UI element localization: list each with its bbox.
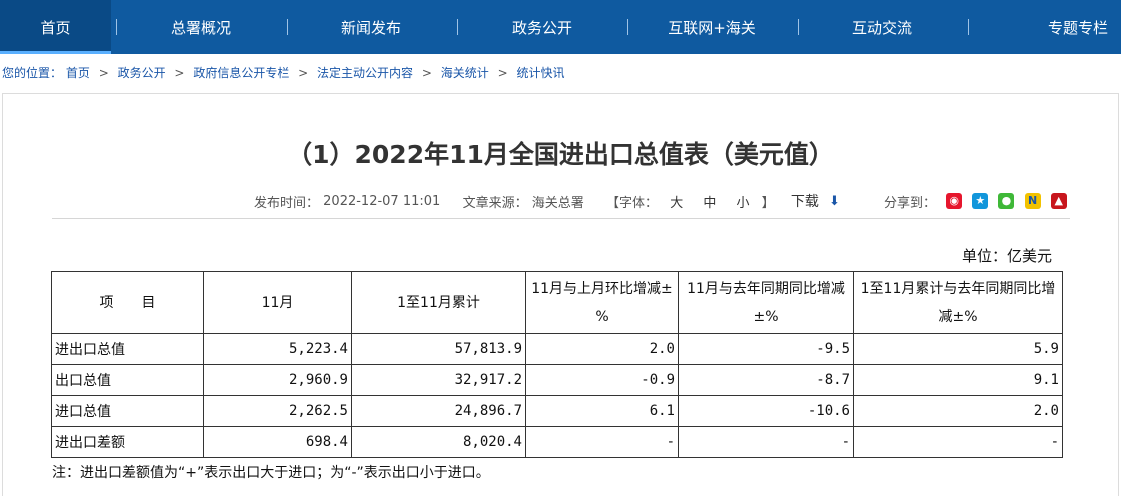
breadcrumb-separator: > — [98, 66, 109, 80]
wechat-icon[interactable]: ● — [998, 193, 1015, 209]
table-cell: 2.0 — [853, 395, 1063, 427]
table-cell: 57,813.9 — [351, 333, 526, 365]
table-header-mom: 11月与上月环比增减±% — [525, 271, 679, 334]
table-header-item: 项 目 — [51, 271, 204, 334]
breadcrumb-separator: > — [174, 66, 185, 80]
breadcrumb-separator: > — [298, 66, 309, 80]
table-row: 进口总值 2,262.5 24,896.7 6.1 -10.6 2.0 — [51, 395, 1063, 427]
table-cell: 2,262.5 — [203, 395, 352, 427]
table-cell: 进出口差额 — [51, 426, 204, 458]
nav-item-interaction[interactable]: 互动交流 — [811, 0, 953, 54]
breadcrumb-link-customs-statistics[interactable]: 海关统计 — [441, 64, 489, 81]
table-header-cumulative-yoy: 1至11月累计与去年同期同比增减±% — [853, 271, 1063, 334]
table-cell: 进口总值 — [51, 395, 204, 427]
table-row: 进出口总值 5,223.4 57,813.9 2.0 -9.5 5.9 — [51, 333, 1063, 365]
breadcrumb-link-government-affairs[interactable]: 政务公开 — [118, 64, 166, 81]
table-cell: - — [678, 426, 854, 458]
breadcrumb-separator: > — [421, 66, 432, 80]
breadcrumb: 您的位置： 首页 > 政务公开 > 政府信息公开专栏 > 法定主动公开内容 > … — [2, 64, 565, 84]
table-cell: 9.1 — [853, 364, 1063, 396]
table-header-month: 11月 — [203, 271, 352, 334]
table-cell: 进出口总值 — [51, 333, 204, 365]
table-cell: 8,020.4 — [351, 426, 526, 458]
nav-item-overview[interactable]: 总署概况 — [130, 0, 272, 54]
page-title: （1）2022年11月全国进出口总值表（美元值） — [287, 140, 834, 169]
table-cell: -10.6 — [678, 395, 854, 427]
table-row: 出口总值 2,960.9 32,917.2 -0.9 -8.7 9.1 — [51, 364, 1063, 396]
nav-separator — [968, 19, 969, 35]
top-nav: 首页 总署概况 新闻发布 政务公开 互联网+海关 互动交流 专题专栏 — [0, 0, 1121, 54]
nav-item-internet-customs[interactable]: 互联网+海关 — [641, 0, 783, 54]
source-label: 文章来源： — [462, 195, 528, 211]
nav-separator — [798, 19, 799, 35]
breadcrumb-separator: > — [497, 66, 508, 80]
table-cell: 6.1 — [525, 395, 679, 427]
table-cell: 5,223.4 — [203, 333, 352, 365]
nav-item-home[interactable]: 首页 — [0, 0, 111, 54]
share-label: 分享到： — [884, 195, 937, 211]
table-cell: -8.7 — [678, 364, 854, 396]
table-note: 注：进出口差额值为“+”表示出口大于进口；为“-”表示出口小于进口。 — [52, 465, 490, 481]
n-icon[interactable]: N — [1024, 193, 1041, 209]
unit-label: 单位：亿美元 — [962, 247, 1053, 265]
nav-item-special-topics[interactable]: 专题专栏 — [1011, 0, 1121, 54]
table-cell: -0.9 — [525, 364, 679, 396]
table-cell: - — [853, 426, 1063, 458]
table-cell: 698.4 — [203, 426, 352, 458]
table-header-yoy: 11月与去年同期同比增减±% — [678, 271, 854, 334]
table-cell: 5.9 — [853, 333, 1063, 365]
download-button[interactable]: 下载 — [791, 191, 819, 211]
breadcrumb-link-home[interactable]: 首页 — [66, 64, 90, 81]
table-cell: -9.5 — [678, 333, 854, 365]
breadcrumb-link-statutory-content[interactable]: 法定主动公开内容 — [317, 64, 413, 81]
table-cell: 出口总值 — [51, 364, 204, 396]
table-cell: 2.0 — [525, 333, 679, 365]
nav-separator — [116, 19, 117, 35]
table-cell: 32,917.2 — [351, 364, 526, 396]
breadcrumb-link-info-column[interactable]: 政府信息公开专栏 — [193, 64, 289, 81]
nav-item-government-affairs[interactable]: 政务公开 — [471, 0, 613, 54]
nav-separator — [287, 19, 288, 35]
font-size-label: 【字体： — [606, 195, 659, 211]
table-header-row: 项 目 11月 1至11月累计 11月与上月环比增减±% 11月与去年同期同比增… — [51, 271, 1063, 334]
nav-item-news[interactable]: 新闻发布 — [300, 0, 442, 54]
table-cell: 24,896.7 — [351, 395, 526, 427]
font-size-medium-button[interactable]: 中 — [703, 192, 716, 211]
table-cell: 2,960.9 — [203, 364, 352, 396]
nav-separator — [627, 19, 628, 35]
font-size-large-button[interactable]: 大 — [670, 192, 683, 211]
font-size-small-button[interactable]: 小 — [737, 192, 750, 211]
table-cell: - — [525, 426, 679, 458]
breadcrumb-link-statistics-flash[interactable]: 统计快讯 — [517, 64, 565, 81]
weibo-icon[interactable]: ◉ — [946, 193, 963, 209]
publish-time: 2022-12-07 11:01 — [323, 193, 441, 209]
download-arrow-icon[interactable]: ⬇ — [829, 194, 840, 209]
font-size-close: 】 — [761, 195, 775, 211]
table-header-cumulative: 1至11月累计 — [351, 271, 526, 334]
source-value: 海关总署 — [531, 195, 584, 211]
trade-statistics-table: 项 目 11月 1至11月累计 11月与上月环比增减±% 11月与去年同期同比增… — [51, 271, 1063, 458]
breadcrumb-prefix: 您的位置： — [2, 66, 63, 80]
renren-icon[interactable]: ▲ — [1050, 193, 1067, 209]
title-divider — [52, 218, 1070, 219]
nav-separator — [457, 19, 458, 35]
publish-time-label: 发布时间： — [254, 195, 320, 211]
article-meta: 发布时间： 2022-12-07 11:01 文章来源： 海关总署 【字体： 大… — [254, 191, 1067, 211]
qzone-icon[interactable]: ★ — [972, 193, 989, 209]
table-row: 进出口差额 698.4 8,020.4 - - - — [51, 426, 1063, 458]
